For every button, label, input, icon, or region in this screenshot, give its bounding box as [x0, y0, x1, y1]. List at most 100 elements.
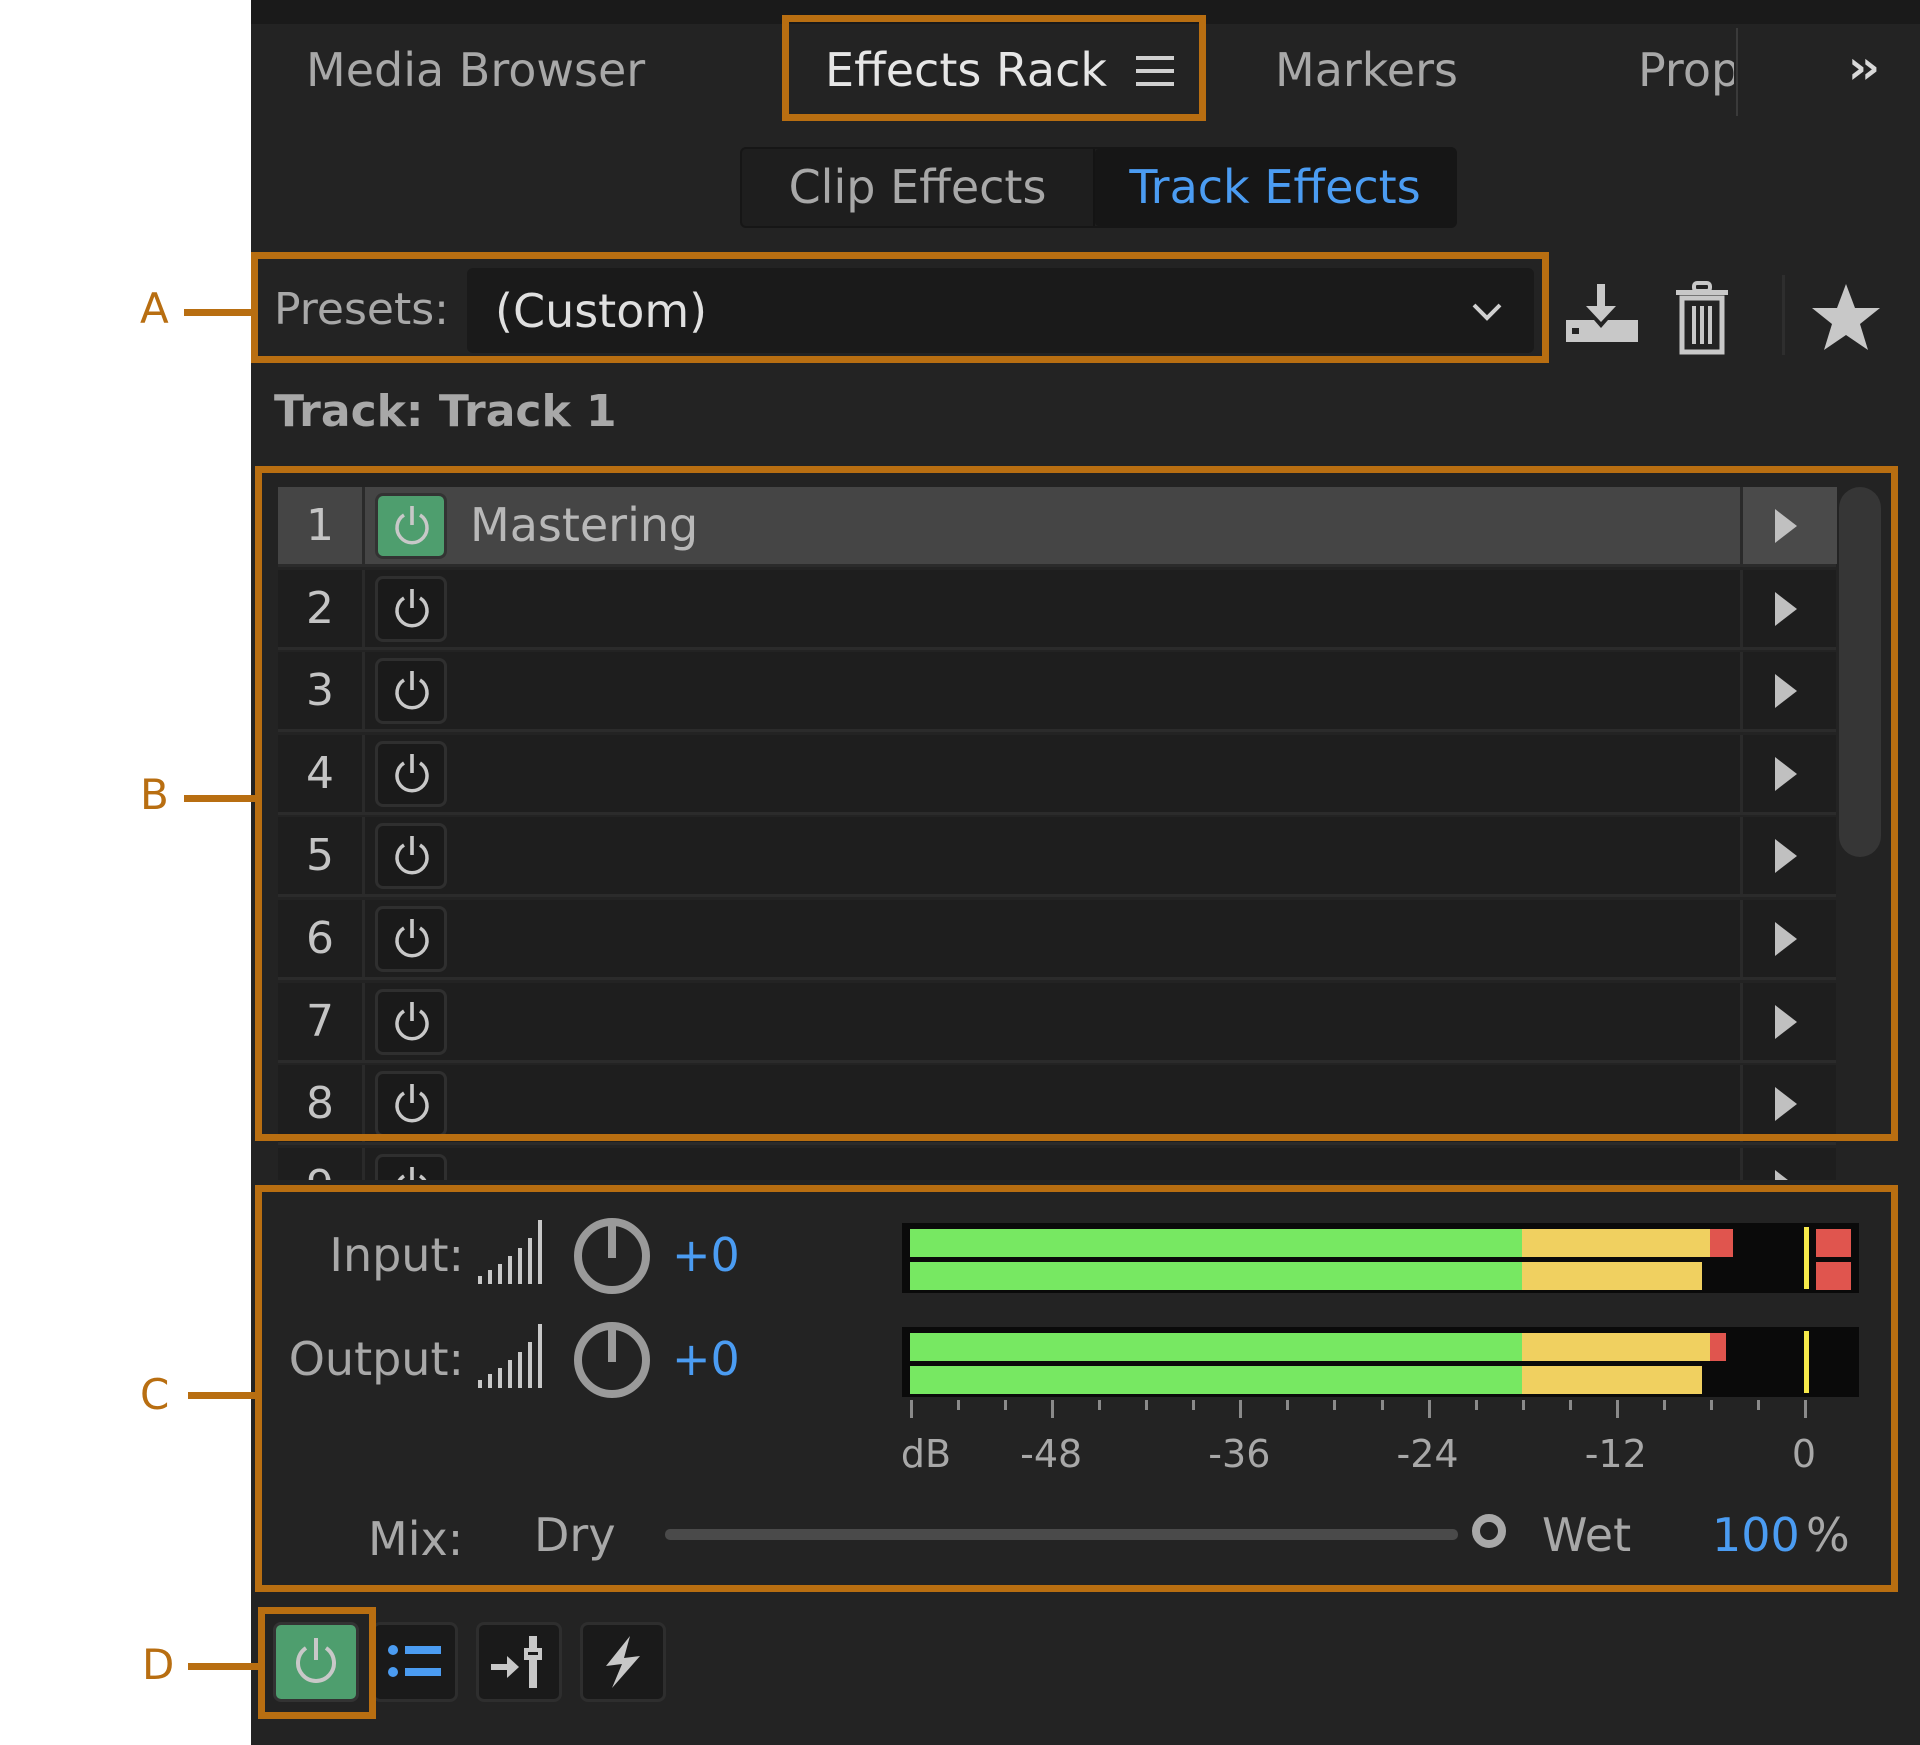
delete-preset-button[interactable]	[1664, 280, 1740, 356]
input-gain-value[interactable]: +0	[672, 1228, 740, 1282]
effect-power-toggle[interactable]	[375, 823, 447, 890]
scale-label: -36	[1208, 1432, 1271, 1476]
effect-slot[interactable]: 5	[278, 817, 1837, 898]
scale-tick	[1803, 1400, 1807, 1418]
favorite-button[interactable]	[1808, 280, 1884, 356]
rack-power-toggle[interactable]	[273, 1622, 359, 1702]
effect-slot[interactable]: 7	[278, 982, 1837, 1063]
tab-markers[interactable]: Markers	[1275, 40, 1458, 100]
effect-slot[interactable]: 1 Mastering	[278, 487, 1837, 567]
toolbar-divider	[1782, 275, 1785, 355]
effect-slot[interactable]: 3	[278, 652, 1837, 733]
scale-tick	[1239, 1400, 1243, 1418]
effect-power-toggle[interactable]	[375, 988, 447, 1055]
effect-menu-button[interactable]	[1740, 1147, 1837, 1180]
power-icon	[395, 1084, 429, 1123]
lightning-button[interactable]	[580, 1622, 666, 1702]
effect-menu-button[interactable]	[1740, 1065, 1837, 1143]
tab-track-effects[interactable]: Track Effects	[1095, 149, 1455, 226]
triangle-right-icon	[1775, 674, 1797, 709]
clip-indicator[interactable]	[1815, 1229, 1851, 1257]
effect-menu-button[interactable]	[1740, 734, 1837, 812]
input-channel	[910, 1229, 1851, 1257]
effect-slot[interactable]: 6	[278, 900, 1836, 980]
scale-tick	[1756, 1400, 1760, 1410]
power-icon	[296, 1638, 336, 1683]
double-chevron-right-icon[interactable]: ››	[1848, 40, 1880, 94]
effect-menu-button[interactable]	[1740, 900, 1837, 977]
output-gain-value[interactable]: +0	[672, 1332, 740, 1386]
power-icon	[395, 506, 429, 545]
effect-power-toggle[interactable]	[375, 493, 447, 559]
triangle-right-icon	[1775, 756, 1797, 791]
list-icon	[388, 1645, 441, 1677]
effect-power-toggle[interactable]	[375, 740, 447, 807]
show-effects-list-button[interactable]	[372, 1622, 458, 1702]
presets-dropdown[interactable]: (Custom)	[467, 268, 1534, 353]
tab-clip-effects[interactable]: Clip Effects	[742, 149, 1093, 226]
effects-list: 9 87654321 Mastering	[272, 480, 1888, 1180]
scale-tick	[1709, 1400, 1713, 1410]
scale-tick	[1474, 1400, 1478, 1410]
zero-db-marker	[1803, 1227, 1809, 1289]
scale-tick	[1333, 1400, 1337, 1410]
mix-slider-thumb[interactable]	[1472, 1514, 1506, 1548]
track-label: Track: Track 1	[274, 386, 617, 437]
meter-segment-green	[910, 1262, 1522, 1290]
effect-slot-number: 9	[278, 1147, 365, 1180]
dry-label: Dry	[534, 1508, 616, 1562]
effect-slot[interactable]: 8	[278, 1065, 1837, 1146]
triangle-right-icon	[1775, 922, 1797, 956]
effect-slot[interactable]: 2	[278, 569, 1837, 650]
scale-label: 0	[1791, 1432, 1817, 1476]
tab-effects-rack[interactable]: Effects Rack	[825, 40, 1107, 100]
apply-to-track-button[interactable]	[476, 1622, 562, 1702]
effect-power-toggle[interactable]	[375, 906, 447, 972]
scale-tick	[957, 1400, 961, 1410]
effect-slot[interactable]: 4	[278, 734, 1837, 815]
input-meter	[902, 1223, 1859, 1293]
effect-slot[interactable]: 9	[278, 1147, 1837, 1180]
scale-tick	[1145, 1400, 1149, 1410]
input-gain-knob[interactable]	[572, 1216, 652, 1296]
effect-power-toggle[interactable]	[375, 1071, 447, 1138]
effect-menu-button[interactable]	[1740, 817, 1837, 895]
callout-label-c: C	[140, 1370, 170, 1419]
callout-line-c	[188, 1392, 258, 1399]
output-gain-knob[interactable]	[572, 1320, 652, 1400]
output-channel	[910, 1333, 1851, 1361]
power-icon	[395, 836, 429, 875]
effect-menu-button[interactable]	[1740, 982, 1837, 1060]
tab-media-browser[interactable]: Media Browser	[306, 40, 645, 100]
effect-slot-number: 7	[278, 982, 365, 1060]
scale-tick	[1004, 1400, 1008, 1410]
mix-value[interactable]: 100	[1712, 1508, 1800, 1562]
meter-segment-green	[910, 1229, 1522, 1257]
scrollbar[interactable]	[1839, 487, 1881, 857]
scale-tick	[1521, 1400, 1525, 1410]
effect-slot-number: 1	[278, 487, 365, 564]
effect-power-toggle[interactable]	[375, 1153, 447, 1180]
save-preset-button[interactable]	[1564, 280, 1640, 356]
scale-unit-label: dB	[900, 1432, 952, 1476]
power-icon	[397, 1166, 427, 1180]
effect-menu-button[interactable]	[1740, 569, 1837, 647]
clip-indicator[interactable]	[1815, 1262, 1851, 1290]
effect-name: Mastering	[470, 498, 699, 552]
meter-segment-green	[910, 1333, 1522, 1361]
star-icon	[1812, 284, 1880, 350]
effect-power-toggle[interactable]	[375, 658, 447, 725]
meter-segment-green	[910, 1366, 1522, 1394]
power-icon	[395, 1001, 429, 1041]
triangle-right-icon	[1775, 1169, 1797, 1180]
triangle-right-icon	[1775, 1004, 1797, 1039]
effect-power-toggle[interactable]	[375, 575, 447, 642]
effect-slot-number: 8	[278, 1065, 365, 1143]
effect-menu-button[interactable]	[1740, 487, 1837, 564]
effect-menu-button[interactable]	[1740, 652, 1837, 730]
tab-properties[interactable]: Prop	[1638, 40, 1734, 100]
mix-slider[interactable]	[665, 1529, 1458, 1540]
triangle-right-icon	[1775, 509, 1797, 543]
hamburger-menu-icon[interactable]	[1136, 56, 1174, 86]
output-label: Output:	[288, 1332, 464, 1386]
